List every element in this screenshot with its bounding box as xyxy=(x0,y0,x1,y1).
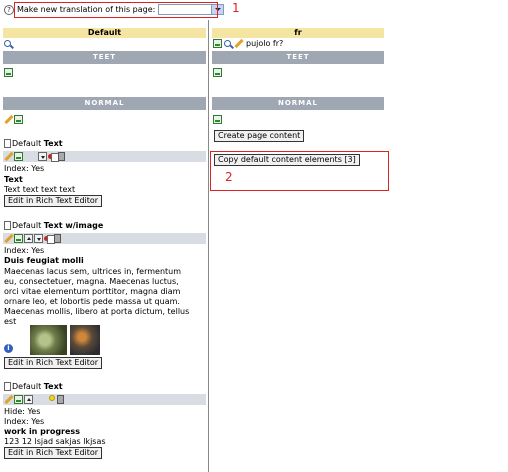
fr-column-header: fr xyxy=(212,28,384,38)
rte-button[interactable]: Edit in Rich Text Editor xyxy=(4,195,103,207)
delete-icon[interactable] xyxy=(58,152,65,161)
content-element-title: Default Text xyxy=(4,139,63,148)
page-properties-icon[interactable] xyxy=(213,39,222,48)
column-divider xyxy=(208,20,209,472)
element-body: 123 12 lsjad sakjas lkjsas xyxy=(4,437,106,446)
pencil-icon[interactable] xyxy=(4,234,13,243)
normal-column-bar: NORMAL xyxy=(3,97,206,110)
new-content-icon[interactable] xyxy=(213,115,222,124)
move-down-icon[interactable] xyxy=(34,234,43,243)
rte-button[interactable]: Edit in Rich Text Editor xyxy=(4,447,103,459)
content-element-title: Default Text xyxy=(4,382,63,391)
image-thumbnail xyxy=(70,325,100,355)
search-icon[interactable] xyxy=(224,40,231,47)
create-page-content-button[interactable]: Create page content xyxy=(214,130,305,142)
new-content-icon[interactable] xyxy=(14,152,23,161)
info-icon[interactable]: i xyxy=(4,344,13,353)
element-body: Maecenas lacus sem, ultrices in, ferment… xyxy=(4,267,190,326)
new-content-icon[interactable] xyxy=(4,68,13,77)
image-thumbnail xyxy=(30,325,67,355)
pencil-icon[interactable] xyxy=(4,395,13,404)
element-hide: Hide: Yes xyxy=(4,407,41,416)
content-element-title: Default Text w/image xyxy=(4,221,103,230)
text-element-icon xyxy=(4,139,11,148)
callout-box-2 xyxy=(210,151,389,191)
new-content-icon[interactable] xyxy=(14,234,23,243)
new-content-icon[interactable] xyxy=(14,395,23,404)
new-content-icon[interactable] xyxy=(14,115,23,124)
fr-page-toolbar: pujolo fr? xyxy=(213,39,283,48)
element-toolbar xyxy=(3,151,206,162)
element-index: Index: Yes xyxy=(4,164,45,173)
callout-number-2: 2 xyxy=(225,170,233,184)
view-page-icon-wrap xyxy=(4,40,12,49)
delete-icon[interactable] xyxy=(54,234,61,243)
element-images xyxy=(30,325,100,355)
hide-icon[interactable] xyxy=(48,152,59,162)
element-index: Index: Yes xyxy=(4,246,45,255)
rte-button[interactable]: Edit in Rich Text Editor xyxy=(4,357,103,369)
default-column-header: Default xyxy=(3,28,206,38)
hide-icon[interactable] xyxy=(44,234,55,244)
teet-column-bar: TEET xyxy=(3,51,206,64)
pencil-icon[interactable] xyxy=(234,39,243,48)
element-body: Text text text text xyxy=(4,185,76,194)
element-toolbar xyxy=(3,233,206,244)
search-icon[interactable] xyxy=(4,40,11,47)
callout-box-1 xyxy=(14,2,218,18)
move-up-icon[interactable] xyxy=(24,395,33,404)
pencil-icon[interactable] xyxy=(4,152,13,161)
element-heading: Text xyxy=(4,175,23,184)
teet-column-bar: TEET xyxy=(212,51,384,64)
unhide-bulb-icon[interactable] xyxy=(48,395,56,404)
element-heading: Duis feugiat molli xyxy=(4,256,84,265)
move-down-icon[interactable] xyxy=(38,152,47,161)
help-icon[interactable]: ? xyxy=(4,4,14,15)
text-element-icon xyxy=(4,382,11,391)
move-up-icon[interactable] xyxy=(24,234,33,243)
pencil-icon[interactable] xyxy=(4,115,13,124)
element-index: Index: Yes xyxy=(4,417,45,426)
normal-column-bar: NORMAL xyxy=(212,97,384,110)
element-toolbar xyxy=(3,394,206,405)
delete-icon[interactable] xyxy=(57,395,64,404)
text-image-element-icon xyxy=(4,221,11,230)
callout-number-1: 1 xyxy=(232,1,240,15)
element-heading: work in progress xyxy=(4,427,80,436)
new-content-icon[interactable] xyxy=(213,68,222,77)
fr-page-title: pujolo fr? xyxy=(246,39,284,48)
